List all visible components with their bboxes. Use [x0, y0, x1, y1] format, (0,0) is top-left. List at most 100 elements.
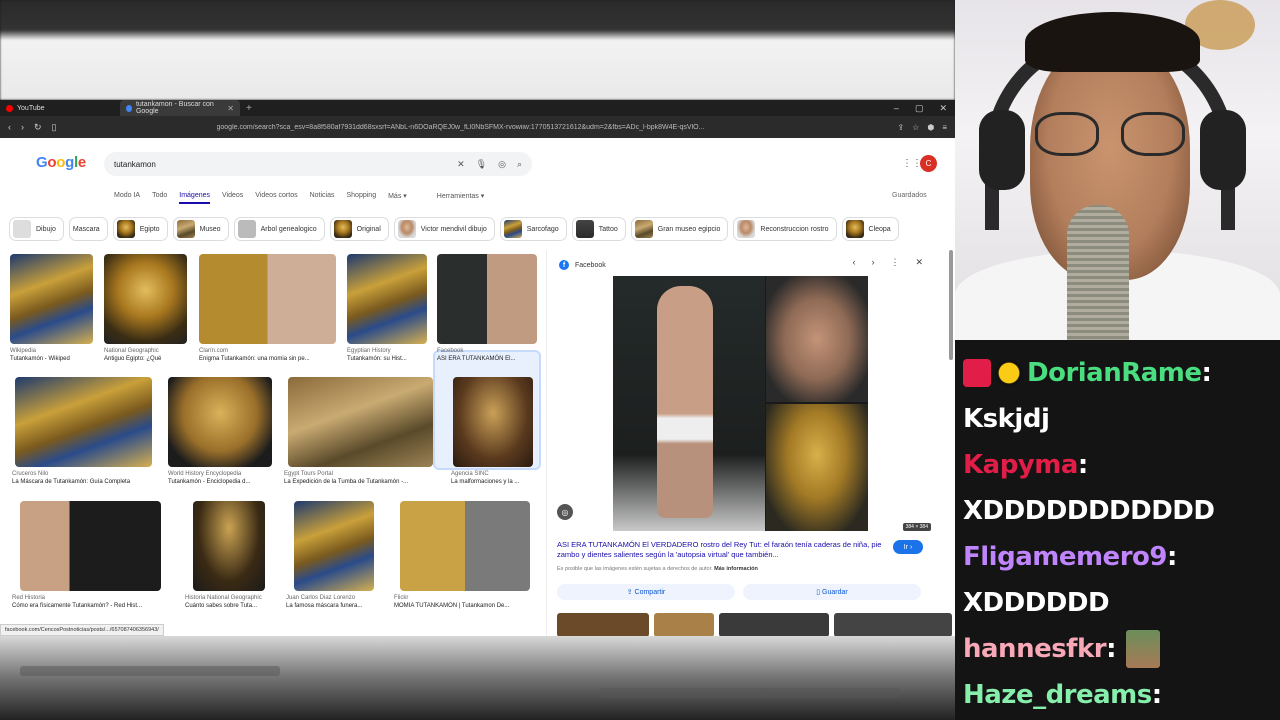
image-dimensions: 384 × 384: [902, 523, 931, 531]
headphone-right: [1200, 110, 1246, 190]
chat-text: XDDDDDDDDDDD: [963, 488, 1272, 534]
chat-username: Haze_dreams: [963, 680, 1152, 710]
result-caption[interactable]: Egyptian History Tutankamón: su Hist...: [347, 347, 427, 363]
chat-message: Kapyma:: [963, 442, 1272, 488]
chip[interactable]: Gran museo egipcio: [630, 217, 729, 241]
glasses: [1035, 112, 1185, 156]
result-image[interactable]: [453, 377, 533, 467]
result-image[interactable]: [199, 254, 336, 344]
result-caption[interactable]: Flickr MOMIA TUTANKAMON | Tutankamon De..…: [394, 594, 539, 610]
chip-label: Cleopa: [868, 225, 891, 233]
sword-badge-icon: [963, 359, 991, 387]
result-image[interactable]: [400, 501, 530, 591]
scrollbar[interactable]: [949, 250, 953, 360]
saved-link[interactable]: Guardados: [892, 192, 927, 199]
result-caption[interactable]: National Geographic Antiguo Egipto: ¿Qué: [104, 347, 187, 363]
result-image[interactable]: [15, 377, 152, 467]
chat-message: hannesfkr:: [963, 626, 1272, 672]
result-image[interactable]: [104, 254, 187, 344]
browser-window: YouTube tutankamon - Buscar con Google ✕…: [0, 100, 955, 636]
chip-thumbnail: [575, 220, 594, 238]
chat-overlay: DorianRame: Kskjdj Kapyma: XDDDDDDDDDDD …: [955, 340, 1280, 720]
maximize-icon[interactable]: ▢: [915, 103, 924, 114]
share-icon: ⇪: [626, 589, 635, 596]
share-icon[interactable]: ⇪: [897, 123, 904, 132]
chat-message: DorianRame:: [963, 350, 1272, 396]
chip[interactable]: Reconstruccion rostro: [733, 217, 837, 241]
result-image[interactable]: [10, 254, 93, 344]
chip-thumbnail: [737, 220, 756, 238]
prev-icon[interactable]: ‹: [852, 257, 855, 268]
blurred-background-bottom: [0, 636, 955, 720]
chip[interactable]: Tattoo: [571, 217, 626, 241]
result-caption[interactable]: Clarín.com Enigma Tutankamón: una momia s…: [199, 347, 336, 363]
facebook-icon: f: [559, 260, 569, 270]
chat-text: XDDDDDD: [963, 580, 1272, 626]
next-icon[interactable]: ›: [871, 257, 874, 268]
avatar[interactable]: C: [920, 155, 937, 172]
result-caption[interactable]: Red Historia Cómo era físicamente Tutanka…: [12, 594, 172, 610]
blurred-background-top: [0, 0, 955, 100]
share-button[interactable]: ⇪ Compartir: [557, 584, 735, 600]
result-caption[interactable]: Facebook ASI ERA TUTANKAMÓN El...: [437, 347, 537, 363]
chat-colon: :: [1077, 450, 1088, 480]
chat-message-text: XDDDDDD: [963, 588, 1110, 618]
chat-username: Fligamemero9: [963, 542, 1167, 572]
more-info-link[interactable]: Más información: [714, 566, 758, 572]
chat-colon: :: [1201, 358, 1212, 388]
image-preview-panel: f Facebook ‹ › ⋮ ✕ ◎ 384 × 384 ASI ERA T…: [546, 250, 952, 636]
related-images: [557, 613, 952, 636]
result-image[interactable]: [168, 377, 272, 467]
result-caption[interactable]: Historia National Geographic Cuánto sabes…: [185, 594, 275, 610]
result-caption[interactable]: World History Encyclopedia Tutankamón - E…: [168, 470, 278, 486]
star-icon[interactable]: ☆: [912, 123, 919, 132]
chat-colon: :: [1166, 542, 1177, 572]
related-image[interactable]: [654, 613, 714, 636]
result-image[interactable]: [20, 501, 161, 591]
close-window-icon[interactable]: ✕: [939, 103, 947, 114]
window-controls: – ▢ ✕: [894, 103, 955, 114]
preview-image[interactable]: [613, 276, 868, 531]
chat-username: Kapyma: [963, 450, 1078, 480]
emote-icon: [1126, 630, 1161, 668]
result-image[interactable]: [437, 254, 537, 344]
address-icons: ⇪ ☆ ⬢ ≡: [897, 123, 947, 132]
result-caption[interactable]: Egypt Tours Portal La Expedición de la Tu…: [284, 470, 434, 486]
panel-controls: ‹ › ⋮ ✕: [852, 257, 923, 268]
extensions-icon[interactable]: ⬢: [927, 123, 934, 132]
headphone-left: [979, 110, 1025, 190]
chat-message: Haze_dreams:: [963, 672, 1272, 718]
panel-title[interactable]: ASI ERA TUTANKAMÓN El VERDADERO rostro d…: [557, 540, 887, 560]
result-image[interactable]: [294, 501, 374, 591]
chat-message: Fligamemero9:: [963, 534, 1272, 580]
panel-source[interactable]: f Facebook: [559, 260, 606, 270]
chat-text: Kskjdj: [963, 396, 1272, 442]
menu-icon[interactable]: ≡: [942, 123, 947, 132]
apps-icon[interactable]: ⋮⋮: [902, 158, 922, 169]
chat-message-text: XDDDDDDDDDDD: [963, 496, 1215, 526]
result-caption[interactable]: Agencia SINC La malformaciones y la ...: [451, 470, 541, 486]
save-button[interactable]: ▯ Guardar: [743, 584, 921, 600]
related-image[interactable]: [834, 613, 952, 636]
preview-mask: [766, 404, 868, 531]
related-image[interactable]: [719, 613, 829, 636]
result-caption[interactable]: Juan Carlos Diaz Lorenzo La famosa máscar…: [286, 594, 386, 610]
more-icon[interactable]: ⋮: [890, 257, 899, 268]
lens-search-icon[interactable]: ◎: [557, 504, 573, 520]
status-url: facebook.com/CencosPostnoticias/posts/..…: [0, 624, 164, 636]
preview-face: [766, 276, 868, 402]
panel-source-label: Facebook: [575, 261, 606, 269]
close-icon[interactable]: ✕: [915, 257, 923, 268]
chip[interactable]: Cleopa: [841, 217, 899, 241]
minimize-icon[interactable]: –: [894, 103, 899, 114]
related-image[interactable]: [557, 613, 649, 636]
result-caption[interactable]: Cruceros Nilo La Máscara de Tutankamón: G…: [12, 470, 162, 486]
result-image[interactable]: [193, 501, 265, 591]
result-image[interactable]: [347, 254, 427, 344]
result-image[interactable]: [288, 377, 433, 467]
go-button[interactable]: Ir ›: [893, 540, 923, 554]
panel-actions: ⇪ Compartir ▯ Guardar: [557, 584, 921, 600]
result-caption[interactable]: Wikipedia Tutankamón - Wikiped: [10, 347, 93, 363]
chip-label: Reconstruccion rostro: [760, 225, 829, 233]
copyright-note: Es posible que las imágenes estén sujeta…: [557, 566, 758, 572]
